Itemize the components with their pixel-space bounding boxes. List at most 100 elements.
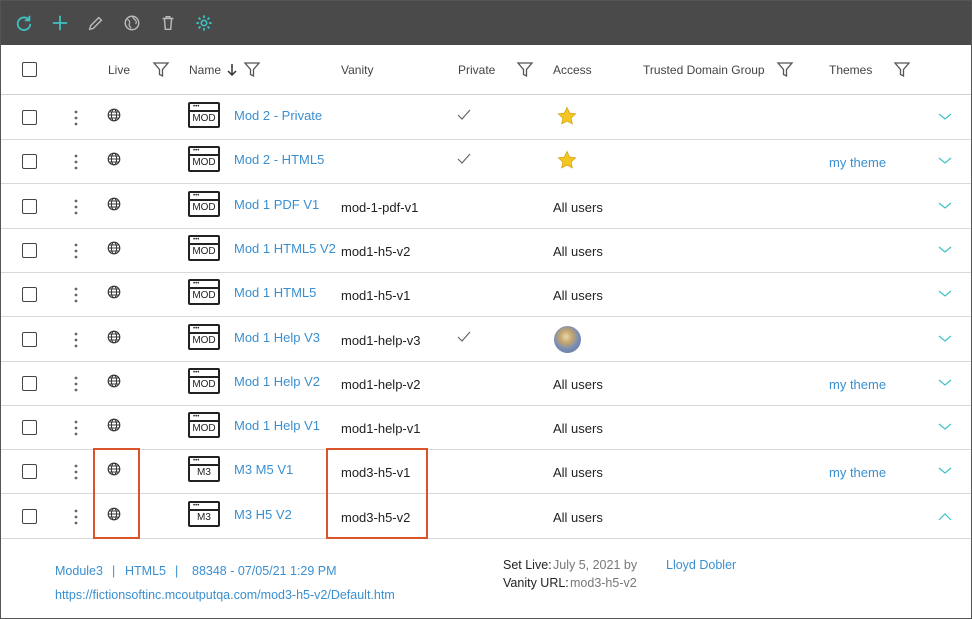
publish-button[interactable]: [121, 12, 143, 34]
chevron-down-icon[interactable]: [938, 420, 952, 430]
row-checkbox[interactable]: [22, 420, 37, 436]
table-row[interactable]: ••• MOD Mod 1 HTML5 V2 mod1-h5-v2 All users: [1, 229, 971, 273]
row-menu-kebab-icon[interactable]: [71, 463, 81, 481]
row-checkbox[interactable]: [22, 331, 37, 347]
chevron-down-icon[interactable]: [938, 376, 952, 386]
detail-format-link[interactable]: HTML5: [125, 564, 166, 578]
plus-icon: [52, 15, 68, 31]
chevron-down-icon[interactable]: [938, 154, 952, 165]
chevron-down-icon[interactable]: [938, 199, 952, 209]
column-header-vanity[interactable]: Vanity: [341, 45, 373, 95]
chevron-up-icon[interactable]: [938, 509, 952, 521]
delete-button[interactable]: [157, 12, 179, 34]
vanity-value: mod1-help-v3: [341, 332, 421, 348]
chevron-down-icon[interactable]: [938, 332, 952, 342]
table-row[interactable]: ••• MOD Mod 1 Help V1 mod1-help-v1 All users: [1, 406, 971, 451]
globe-publish-icon: [124, 15, 140, 31]
column-header-name[interactable]: Name: [189, 45, 238, 95]
edit-button[interactable]: [85, 12, 107, 34]
row-menu-kebab-icon[interactable]: [71, 286, 81, 304]
set-live-label: Set Live:: [503, 558, 552, 572]
row-checkbox[interactable]: [22, 287, 37, 303]
row-checkbox[interactable]: [22, 464, 37, 480]
table-row[interactable]: ••• MOD Mod 1 Help V3 mod1-help-v3: [1, 318, 971, 362]
row-menu-kebab-icon[interactable]: [71, 109, 81, 127]
star-icon: [557, 106, 577, 126]
column-header-live[interactable]: Live: [108, 45, 130, 95]
output-name-link[interactable]: M3 H5 V2: [234, 507, 292, 522]
set-live-date: July 5, 2021 by: [553, 558, 638, 572]
output-name-link[interactable]: Mod 1 Help V3: [234, 330, 320, 345]
output-name-link[interactable]: Mod 1 PDF V1: [234, 197, 319, 212]
filter-icon[interactable]: [243, 61, 261, 79]
settings-button[interactable]: [193, 12, 215, 34]
output-name-link[interactable]: Mod 1 HTML5 V2: [234, 241, 336, 256]
set-live-user-link[interactable]: Lloyd Dobler: [666, 558, 736, 572]
gear-icon: [196, 15, 212, 31]
chevron-down-icon[interactable]: [938, 287, 952, 297]
output-type-icon: ••• MOD: [188, 412, 220, 439]
detail-url-link[interactable]: https://fictionsoftinc.mcoutputqa.com/mo…: [55, 588, 395, 602]
private-check-icon: [456, 152, 472, 166]
live-globe-icon[interactable]: [107, 241, 121, 255]
detail-build-link[interactable]: 88348 - 07/05/21 1:29 PM: [192, 564, 337, 578]
row-checkbox[interactable]: [22, 110, 37, 125]
theme-link[interactable]: my theme: [829, 377, 886, 392]
column-header-themes[interactable]: Themes: [829, 45, 872, 95]
output-name-link[interactable]: Mod 2 - HTML5: [234, 152, 324, 167]
live-globe-icon[interactable]: [107, 285, 121, 299]
live-globe-icon[interactable]: [107, 152, 121, 166]
live-globe-icon[interactable]: [107, 374, 121, 388]
expanded-row-details: Module3 | HTML5 | 88348 - 07/05/21 1:29 …: [1, 539, 971, 618]
output-name-link[interactable]: Mod 2 - Private: [234, 108, 322, 123]
row-menu-kebab-icon[interactable]: [71, 198, 81, 216]
filter-icon[interactable]: [776, 61, 794, 79]
theme-link[interactable]: my theme: [829, 465, 886, 480]
output-name-link[interactable]: M3 M5 V1: [234, 462, 293, 477]
row-checkbox[interactable]: [22, 154, 37, 170]
add-button[interactable]: [49, 12, 71, 34]
table-row[interactable]: ••• M3 M3 H5 V2 mod3-h5-v2 All users: [1, 495, 971, 539]
row-menu-kebab-icon[interactable]: [71, 419, 81, 437]
row-menu-kebab-icon[interactable]: [71, 331, 81, 349]
chevron-down-icon[interactable]: [938, 243, 952, 253]
output-name-link[interactable]: Mod 1 Help V2: [234, 374, 320, 389]
live-globe-icon[interactable]: [107, 108, 121, 122]
filter-icon[interactable]: [893, 61, 911, 79]
detail-module-link[interactable]: Module3: [55, 564, 103, 578]
column-header-access[interactable]: Access: [553, 45, 592, 95]
row-menu-kebab-icon[interactable]: [71, 153, 81, 171]
sort-arrow-down-icon[interactable]: [226, 63, 238, 77]
table-row[interactable]: ••• MOD Mod 2 - Private: [1, 96, 971, 140]
output-name-link[interactable]: Mod 1 HTML5: [234, 285, 316, 300]
row-menu-kebab-icon[interactable]: [71, 375, 81, 393]
row-checkbox[interactable]: [22, 508, 37, 524]
table-row[interactable]: ••• MOD Mod 1 PDF V1 mod-1-pdf-v1 All users: [1, 185, 971, 229]
table-row[interactable]: ••• MOD Mod 2 - HTML5 my theme: [1, 140, 971, 185]
theme-link[interactable]: my theme: [829, 155, 886, 170]
output-type-icon: ••• MOD: [188, 146, 220, 173]
filter-icon[interactable]: [516, 61, 534, 79]
refresh-button[interactable]: [13, 12, 35, 34]
table-row[interactable]: ••• MOD Mod 1 Help V2 mod1-help-v2 All users…: [1, 362, 971, 406]
access-value: All users: [553, 288, 603, 304]
table-row[interactable]: ••• MOD Mod 1 HTML5 mod1-h5-v1 All users: [1, 273, 971, 318]
column-header-trusted-domain-group[interactable]: Trusted Domain Group: [643, 45, 765, 95]
row-checkbox[interactable]: [22, 375, 37, 391]
select-all-checkbox[interactable]: [22, 62, 37, 77]
table-row[interactable]: ••• M3 M3 M5 V1 mod3-h5-v1 All users my theme: [1, 450, 971, 495]
column-header-private[interactable]: Private: [458, 45, 495, 95]
row-menu-kebab-icon[interactable]: [71, 508, 81, 526]
filter-icon[interactable]: [152, 61, 170, 79]
chevron-down-icon[interactable]: [938, 110, 952, 120]
live-globe-icon[interactable]: [107, 330, 121, 344]
chevron-down-icon[interactable]: [938, 464, 952, 475]
row-menu-kebab-icon[interactable]: [71, 242, 81, 260]
live-globe-icon[interactable]: [107, 197, 121, 211]
row-checkbox[interactable]: [22, 242, 37, 258]
user-avatar[interactable]: [554, 325, 581, 353]
access-value: All users: [553, 509, 603, 525]
row-checkbox[interactable]: [22, 198, 37, 214]
output-name-link[interactable]: Mod 1 Help V1: [234, 418, 320, 433]
live-globe-icon[interactable]: [107, 418, 121, 432]
